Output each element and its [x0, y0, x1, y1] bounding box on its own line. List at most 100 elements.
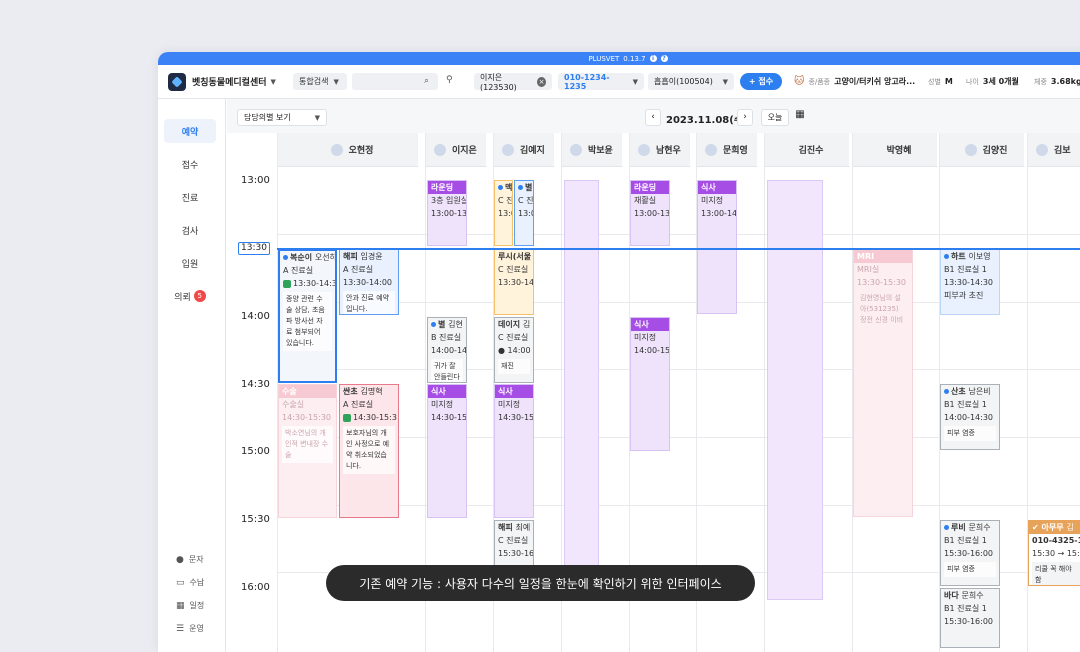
avatar-icon	[502, 143, 514, 156]
card-time: 13:30-15:30	[857, 278, 906, 287]
appointment-card[interactable]: 복순이 오선하 A 진료실 13:30-14:3 종양 관련 수술 상담, 초음…	[278, 249, 337, 383]
appointment-card[interactable]: 별 C 진 13:0	[514, 180, 534, 246]
doctor-header[interactable]: 오현정	[278, 133, 419, 167]
sidebar-sub-operation[interactable]: ☰ 운영	[176, 623, 204, 634]
appointment-card[interactable]: 하트 이보영 B1 진료실 1 13:30-14:30 피부과 초진	[940, 249, 1000, 315]
calendar-icon[interactable]: ▦	[793, 109, 807, 126]
card-time: 14:00-14:30	[944, 413, 993, 422]
patient-search-icon[interactable]: ⚲	[446, 75, 453, 85]
sidebar-sub-schedule[interactable]: ▦ 일정	[176, 600, 204, 611]
card-time: 13:0	[498, 209, 512, 218]
appointment-card[interactable]: 라운딩 3층 입원실 13:00-13	[427, 180, 467, 246]
info-icon[interactable]: i	[649, 55, 657, 62]
phone-label: 010-1234-1235	[564, 72, 610, 91]
appointment-card[interactable]: 식사 미지정 14:30-15	[494, 384, 534, 518]
card-note: 보호자님의 개인 사정으로 예약 취소되었습니다.	[343, 426, 395, 474]
card-owner: 김	[522, 320, 531, 329]
sidebar-item-reservation[interactable]: 예약	[164, 119, 216, 143]
sidebar-sub-message[interactable]: ● 문자	[176, 554, 204, 565]
status-dot-icon	[431, 322, 436, 327]
hospital-selector[interactable]: 벳칭동물메디컬센터 ▼	[192, 75, 276, 89]
age-label: 나이	[966, 77, 979, 86]
doctor-name: 오현정	[348, 146, 374, 156]
appointment-card[interactable]: 별 김현 B 진료실 14:00-14 귀가 잘 안들린다	[427, 317, 467, 383]
appointment-card[interactable]: 식사 미지정 13:00-14	[697, 180, 737, 314]
help-icon[interactable]: ?	[660, 55, 668, 62]
card-note: 피부 염증	[944, 562, 996, 577]
appointment-card[interactable]: 루비 문희수 B1 진료실 1 15:30-16:00 피부 염증	[940, 520, 1000, 586]
doctor-header[interactable]: 김예지	[494, 133, 555, 167]
species-value: 고양이/터키쉬 앙고라...	[834, 77, 916, 86]
appointment-card[interactable]: 해피 임경윤 A 진료실 13:30-14:00 안과 진료 예약입니다.	[339, 249, 399, 315]
doctor-header[interactable]: 김보	[1028, 133, 1080, 167]
appointment-card[interactable]: 라운딩 재활실 13:00-13	[630, 180, 670, 246]
chat-icon: ●	[176, 554, 184, 565]
next-date-button[interactable]: ›	[737, 109, 753, 126]
time-label: 14:00	[241, 311, 270, 322]
sidebar-item-inpatient[interactable]: 입원	[164, 251, 216, 275]
card-title: 별	[438, 320, 446, 329]
appointment-card[interactable]: 산초 남은비 B1 진료실 1 14:00-14:30 피부 염증	[940, 384, 1000, 450]
app-window: PLUSVET 0.13.7 i ? 벳칭동물메디컬센터 ▼ 통합검색 ▼ ⌕ …	[158, 52, 1080, 652]
today-button[interactable]: 오늘	[761, 109, 789, 126]
sidebar-sub-payment[interactable]: ▭ 수납	[176, 577, 204, 588]
card-room: B1 진료실 1	[944, 604, 987, 613]
view-mode-select[interactable]: 담당의별 보기 ▼	[237, 109, 327, 126]
appointment-card[interactable]: 맥 C 진료 13:0	[494, 180, 513, 246]
card-time: 13:30-14:30	[944, 278, 993, 287]
close-icon[interactable]: ×	[537, 76, 546, 87]
sidebar-item-reception[interactable]: 접수	[164, 152, 216, 176]
card-time: 14:30-15	[431, 413, 466, 422]
doctor-header[interactable]: 김진수	[765, 133, 850, 167]
card-time: 14:00	[507, 346, 531, 355]
view-mode-label: 담당의별 보기	[244, 113, 291, 122]
blocked-slot[interactable]	[767, 180, 823, 600]
card-title: 복순이	[290, 253, 313, 262]
appointment-card[interactable]: 식사 미지정 14:00-15	[630, 317, 670, 451]
doctor-name: 김양진	[982, 146, 1008, 156]
doctor-header[interactable]: 남현우	[630, 133, 691, 167]
pet-sex-info: 성별 M	[928, 73, 953, 90]
appointment-card[interactable]: 싼초 김명혁 A 진료실 14:30-15:3 보호자님의 개인 사정으로 예약…	[339, 384, 399, 518]
pet-label: 흡흡이(100504)	[654, 77, 713, 86]
doctor-header[interactable]: 박영혜	[853, 133, 938, 167]
owner-label: 이지은(123530)	[480, 72, 517, 92]
card-owner: 이보영	[968, 252, 991, 261]
sidebar-item-referral[interactable]: 의뢰 5	[164, 284, 216, 308]
card-room: B1 진료실 1	[944, 536, 987, 545]
blocked-slot[interactable]	[564, 180, 599, 600]
card-room: MRI실	[857, 265, 880, 274]
appointment-card[interactable]: 바다 문희수 B1 진료실 1 15:30-16:00	[940, 588, 1000, 648]
doctor-header[interactable]: 박보윤	[562, 133, 623, 167]
doctor-name: 이지은	[452, 146, 477, 156]
card-time: 15:30-16	[498, 549, 533, 558]
search-icon[interactable]: ⌕	[424, 76, 429, 86]
prev-date-button[interactable]: ‹	[645, 109, 661, 126]
app-version-bar: PLUSVET 0.13.7 i ?	[158, 52, 1080, 65]
appointment-card[interactable]: 데이지 김 C 진료실 ● 14:00 재진	[494, 317, 534, 383]
time-label: 14:30	[241, 379, 270, 390]
pet-select[interactable]: 흡흡이(100504) ▼	[648, 73, 734, 90]
doctor-header[interactable]: 이지은	[426, 133, 487, 167]
sub-label: 수납	[189, 578, 205, 587]
phone-select[interactable]: 010-1234-1235 ▼	[558, 72, 644, 91]
avatar-icon	[638, 143, 650, 156]
owner-chip[interactable]: 이지은(123530) ×	[474, 72, 552, 92]
appointment-card[interactable]: 루시(서울 C 진료실 13:30-14	[494, 249, 534, 315]
appointment-card[interactable]: 수술 수술실 14:30-15:30 박소연님의 개인적 변내장 수술	[278, 384, 337, 518]
cat-icon: 🐱	[794, 76, 805, 87]
doctor-header[interactable]: 문희영	[697, 133, 758, 167]
add-reception-button[interactable]: + 접수	[740, 73, 782, 90]
sidebar-item-exam[interactable]: 검사	[164, 218, 216, 242]
sex-label: 성별	[928, 77, 941, 86]
card-title: 하트	[951, 252, 966, 261]
card-note: 안과 진료 예약입니다.	[343, 291, 395, 314]
card-note: 피부과 초진	[944, 291, 984, 300]
doctor-header[interactable]: 김양진	[940, 133, 1025, 167]
appointment-card[interactable]: 식사 미지정 14:30-15	[427, 384, 467, 518]
appointment-card[interactable]: ✔ 아무무 김 010-4325-15 15:30 → 15:4 리쿨 꼭 해야…	[1028, 520, 1080, 586]
age-value: 3세 0개월	[982, 77, 1019, 86]
sidebar-item-treatment[interactable]: 진료	[164, 185, 216, 209]
appointment-card[interactable]: MRI MRI실 13:30-15:30 김현영님의 설아(531235) 정전…	[853, 249, 913, 517]
search-type-select[interactable]: 통합검색 ▼	[293, 73, 347, 90]
